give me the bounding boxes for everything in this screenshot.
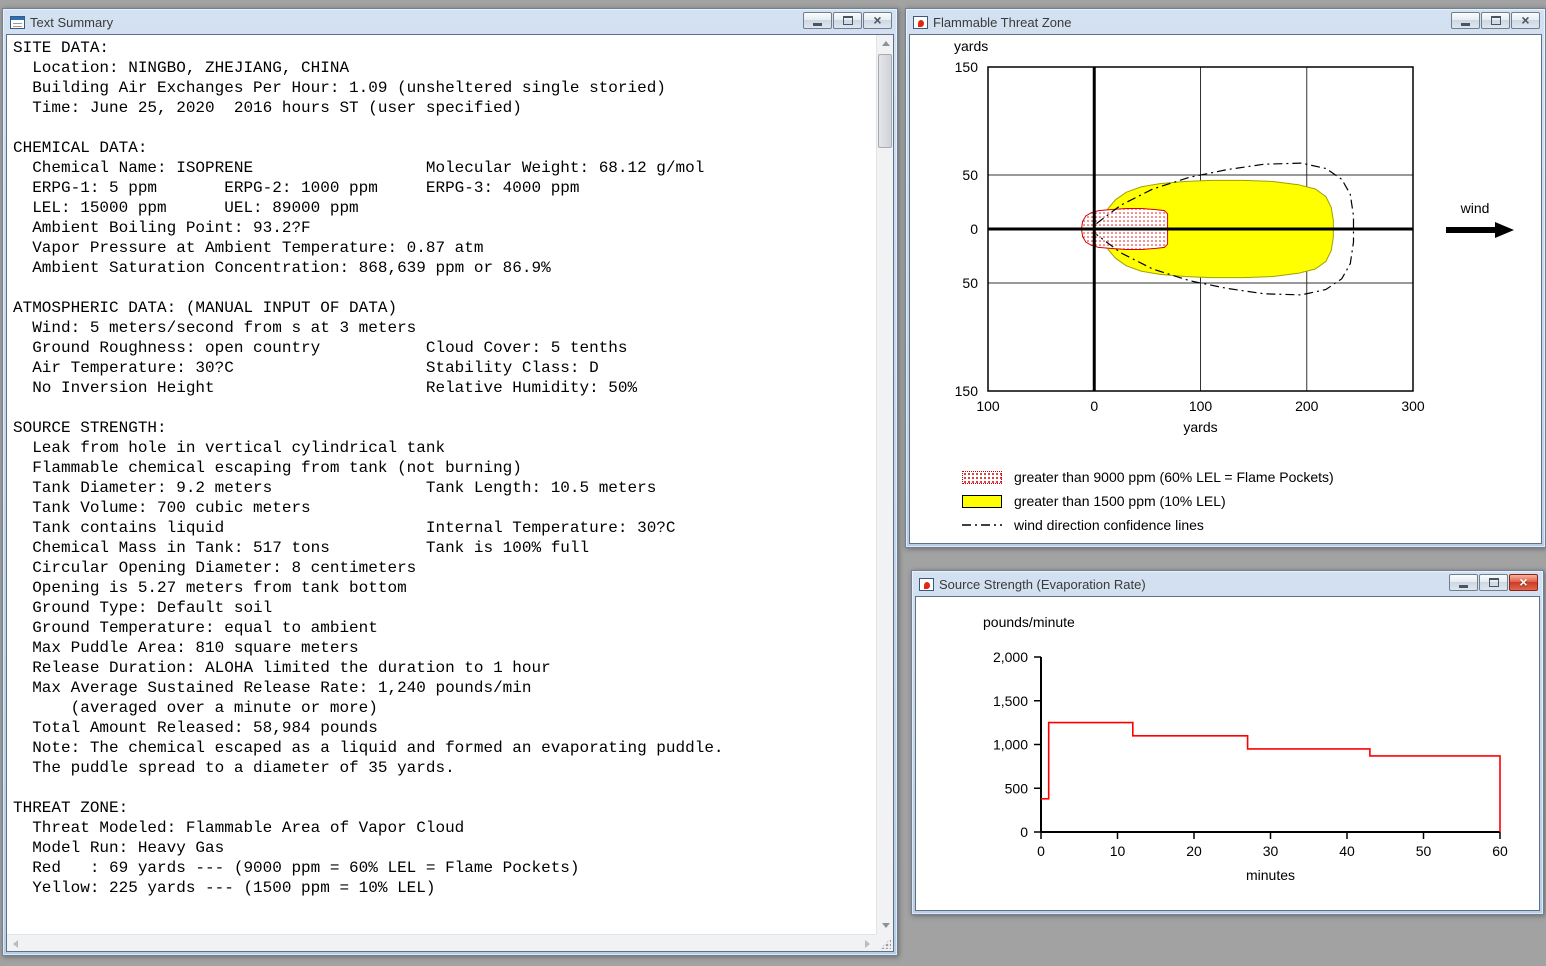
y-tick-label: 0 — [1020, 824, 1028, 840]
text-summary-title: Text Summary — [30, 14, 114, 30]
maximize-button[interactable] — [1481, 12, 1510, 29]
x-tick-label: 0 — [1037, 843, 1045, 859]
flammable-threat-zone-window: Flammable Threat Zone × 100 0 100 200 300 150… — [905, 8, 1546, 548]
scrollbar-corner — [876, 934, 893, 951]
threat-zone-titlebar[interactable]: Flammable Threat Zone × — [909, 9, 1542, 34]
close-button[interactable]: × — [863, 12, 892, 29]
x-tick-label: 0 — [1090, 398, 1098, 414]
text-summary-window-icon — [10, 15, 25, 29]
scroll-right-button[interactable] — [859, 935, 876, 951]
resize-grip[interactable] — [880, 938, 891, 949]
x-tick-label: 30 — [1263, 843, 1279, 859]
minimize-icon — [1459, 585, 1468, 588]
vertical-scroll-thumb[interactable] — [878, 54, 892, 148]
maximize-button[interactable] — [1479, 574, 1508, 591]
minimize-icon — [1461, 23, 1470, 26]
x-tick-label: 50 — [1416, 843, 1432, 859]
threat-zone-plot: 100 0 100 200 300 150 50 0 50 150 yards yards wind — [954, 38, 1514, 435]
y-axis-title: yards — [954, 38, 988, 54]
maximize-icon — [1490, 16, 1501, 25]
threat-zone-legend: greater than 9000 ppm (60% LEL = Flame P… — [962, 465, 1541, 537]
red-zone-swatch-icon — [962, 470, 1002, 484]
window-controls: × — [1451, 12, 1540, 29]
minimize-button[interactable] — [803, 12, 832, 29]
maximize-icon — [842, 16, 853, 25]
window-controls: × — [1449, 574, 1538, 591]
x-tick-label: 10 — [1110, 843, 1126, 859]
wind-arrow-head — [1495, 222, 1514, 238]
close-icon: × — [873, 12, 882, 28]
y-tick-label: 1,000 — [993, 737, 1028, 753]
minimize-icon — [813, 23, 822, 26]
y-tick-label: 1,500 — [993, 693, 1028, 709]
arrow-down-icon — [881, 923, 890, 928]
y-tick-label: 150 — [955, 59, 979, 75]
legend-confidence-label: wind direction confidence lines — [1014, 517, 1204, 533]
scroll-up-button[interactable] — [877, 35, 893, 52]
y-tick-label: 150 — [955, 383, 979, 399]
scroll-down-button[interactable] — [877, 917, 893, 934]
horizontal-scrollbar[interactable] — [7, 934, 876, 951]
source-strength-plot: 0 500 1,000 1,500 2,000 0 10 20 30 40 50 60 pounds/m… — [983, 614, 1508, 883]
text-summary-window: Text Summary × SITE DATA: Location: NING… — [2, 8, 898, 956]
vertical-scrollbar[interactable] — [876, 35, 893, 934]
x-tick-label: 40 — [1339, 843, 1355, 859]
source-strength-titlebar[interactable]: Source Strength (Evaporation Rate) × — [915, 571, 1540, 596]
maximize-button[interactable] — [833, 12, 862, 29]
x-tick-label: 20 — [1186, 843, 1202, 859]
x-tick-label: 300 — [1401, 398, 1425, 414]
arrow-right-icon — [865, 939, 870, 948]
text-summary-report: SITE DATA: Location: NINGBO, ZHEJIANG, C… — [13, 39, 724, 897]
close-icon: × — [1521, 12, 1530, 28]
y-tick-label: 0 — [970, 221, 978, 237]
x-tick-label: 100 — [976, 398, 1000, 414]
minimize-button[interactable] — [1451, 12, 1480, 29]
y-tick-label: 50 — [962, 275, 978, 291]
yellow-zone-swatch-icon — [962, 494, 1002, 508]
scroll-left-button[interactable] — [7, 935, 24, 951]
source-strength-window: Source Strength (Evaporation Rate) × 0 50… — [911, 570, 1544, 915]
text-summary-titlebar[interactable]: Text Summary × — [6, 9, 894, 34]
source-strength-content-area: 0 500 1,000 1,500 2,000 0 10 20 30 40 50 60 pounds/m… — [915, 596, 1540, 911]
close-icon: × — [1519, 574, 1528, 590]
y-tick-label: 50 — [962, 167, 978, 183]
threat-zone-window-icon — [913, 15, 928, 29]
x-axis-title: yards — [1183, 419, 1217, 435]
legend-yellow-label: greater than 1500 ppm (10% LEL) — [1014, 493, 1226, 509]
desktop: { "chrome": { "close_glyph": "×" }, "des… — [0, 0, 1546, 966]
arrow-left-icon — [13, 939, 18, 948]
source-strength-title: Source Strength (Evaporation Rate) — [939, 576, 1146, 592]
legend-item-confidence: wind direction confidence lines — [962, 513, 1541, 537]
close-button[interactable]: × — [1511, 12, 1540, 29]
dash-dot-line-icon — [962, 518, 1002, 532]
minimize-button[interactable] — [1449, 574, 1478, 591]
x-tick-label: 200 — [1295, 398, 1319, 414]
legend-red-label: greater than 9000 ppm (60% LEL = Flame P… — [1014, 469, 1334, 485]
x-tick-label: 100 — [1189, 398, 1213, 414]
text-summary-content-area: SITE DATA: Location: NINGBO, ZHEJIANG, C… — [6, 34, 894, 952]
window-controls: × — [803, 12, 892, 29]
y-axis-title: pounds/minute — [983, 614, 1075, 630]
close-button[interactable]: × — [1509, 574, 1538, 591]
legend-item-red: greater than 9000 ppm (60% LEL = Flame P… — [962, 465, 1541, 489]
maximize-icon — [1488, 578, 1499, 587]
y-tick-label: 2,000 — [993, 649, 1028, 665]
source-strength-window-icon — [919, 577, 934, 591]
wind-label: wind — [1460, 200, 1490, 216]
legend-item-yellow: greater than 1500 ppm (10% LEL) — [962, 489, 1541, 513]
threat-zone-title: Flammable Threat Zone — [933, 14, 1072, 30]
y-tick-label: 500 — [1005, 780, 1029, 796]
arrow-up-icon — [881, 41, 890, 46]
x-tick-label: 60 — [1492, 843, 1508, 859]
x-axis-title: minutes — [1246, 867, 1295, 883]
evaporation-rate-line — [1041, 721, 1501, 832]
threat-zone-content-area: 100 0 100 200 300 150 50 0 50 150 yards yards wind g… — [909, 34, 1542, 544]
